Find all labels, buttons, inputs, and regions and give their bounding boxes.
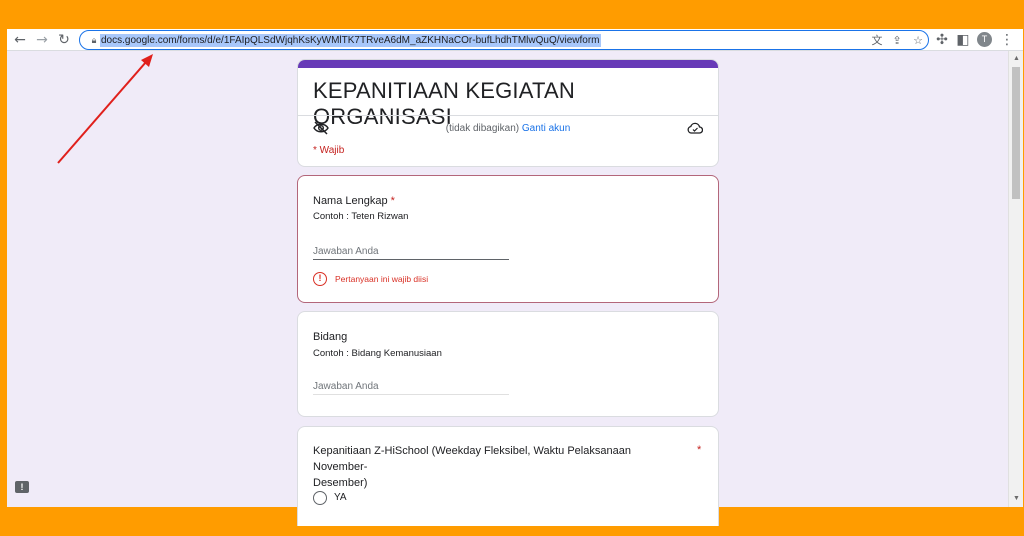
question-description: Contoh : Teten Rizwan bbox=[313, 211, 409, 222]
question-title: Kepanitiaan Z-HiSchool (Weekday Fleksibe… bbox=[313, 443, 678, 491]
star-icon[interactable]: ☆ bbox=[910, 33, 926, 48]
extensions-icon[interactable]: ✣ bbox=[933, 31, 951, 49]
side-panel-icon[interactable]: ◧ bbox=[954, 31, 972, 49]
share-icon[interactable]: ⇪ bbox=[889, 33, 905, 48]
answer-input[interactable] bbox=[313, 379, 509, 395]
menu-icon[interactable]: ⋮ bbox=[998, 31, 1016, 49]
error-message: ! Pertanyaan ini wajib diisi bbox=[313, 272, 428, 286]
account-line: (tidak dibagikan) Ganti akun bbox=[298, 123, 718, 134]
error-icon: ! bbox=[313, 272, 327, 286]
divider bbox=[298, 115, 718, 116]
address-bar[interactable]: 🔒︎ docs.google.com/forms/d/e/1FAIpQLSdWj… bbox=[79, 30, 929, 50]
url-text[interactable]: docs.google.com/forms/d/e/1FAIpQLSdWjqhK… bbox=[100, 34, 601, 47]
question-card-bidang: Bidang Contoh : Bidang Kemanusiaan bbox=[297, 311, 719, 417]
vertical-scrollbar[interactable]: ▲ ▼ bbox=[1008, 51, 1023, 507]
required-note: * Wajib bbox=[313, 145, 345, 156]
feedback-icon[interactable]: ! bbox=[15, 481, 29, 493]
scroll-up-icon[interactable]: ▲ bbox=[1009, 53, 1024, 65]
forward-icon[interactable]: → bbox=[33, 31, 51, 49]
lock-icon[interactable]: 🔒︎ bbox=[88, 34, 100, 46]
accent-bar bbox=[298, 60, 718, 68]
translate-icon[interactable]: 文 bbox=[869, 33, 885, 48]
switch-account-link[interactable]: Ganti akun bbox=[522, 123, 570, 134]
question-title: Nama Lengkap * bbox=[313, 193, 395, 209]
profile-avatar[interactable]: T bbox=[977, 32, 992, 47]
question-card-kepanitiaan: Kepanitiaan Z-HiSchool (Weekday Fleksibe… bbox=[297, 426, 719, 526]
form-header-card: KEPANITIAAN KEGIATAN ORGANISASI (tidak d… bbox=[297, 59, 719, 167]
scroll-thumb[interactable] bbox=[1012, 67, 1020, 199]
required-star: * bbox=[697, 444, 702, 456]
answer-input[interactable] bbox=[313, 244, 509, 260]
question-title-text: Nama Lengkap bbox=[313, 195, 388, 207]
scroll-down-icon[interactable]: ▼ bbox=[1009, 493, 1024, 505]
radio-option-ya[interactable] bbox=[313, 491, 327, 505]
browser-toolbar: ← → ↻ 🔒︎ docs.google.com/forms/d/e/1FAIp… bbox=[7, 29, 1023, 51]
question-title: Bidang bbox=[313, 331, 348, 343]
question-title-line1: Kepanitiaan Z-HiSchool (Weekday Fleksibe… bbox=[313, 445, 631, 473]
question-description: Contoh : Bidang Kemanusiaan bbox=[313, 348, 442, 359]
radio-label[interactable]: YA bbox=[334, 492, 347, 503]
question-title-line2: Desember) bbox=[313, 477, 368, 489]
cloud-icon[interactable] bbox=[687, 122, 703, 134]
error-text: Pertanyaan ini wajib diisi bbox=[335, 274, 429, 284]
account-status: (tidak dibagikan) bbox=[445, 123, 520, 134]
question-card-nama: Nama Lengkap * Contoh : Teten Rizwan ! P… bbox=[297, 175, 719, 303]
back-icon[interactable]: ← bbox=[11, 31, 29, 49]
required-star: * bbox=[390, 195, 395, 207]
reload-icon[interactable]: ↻ bbox=[55, 31, 73, 49]
